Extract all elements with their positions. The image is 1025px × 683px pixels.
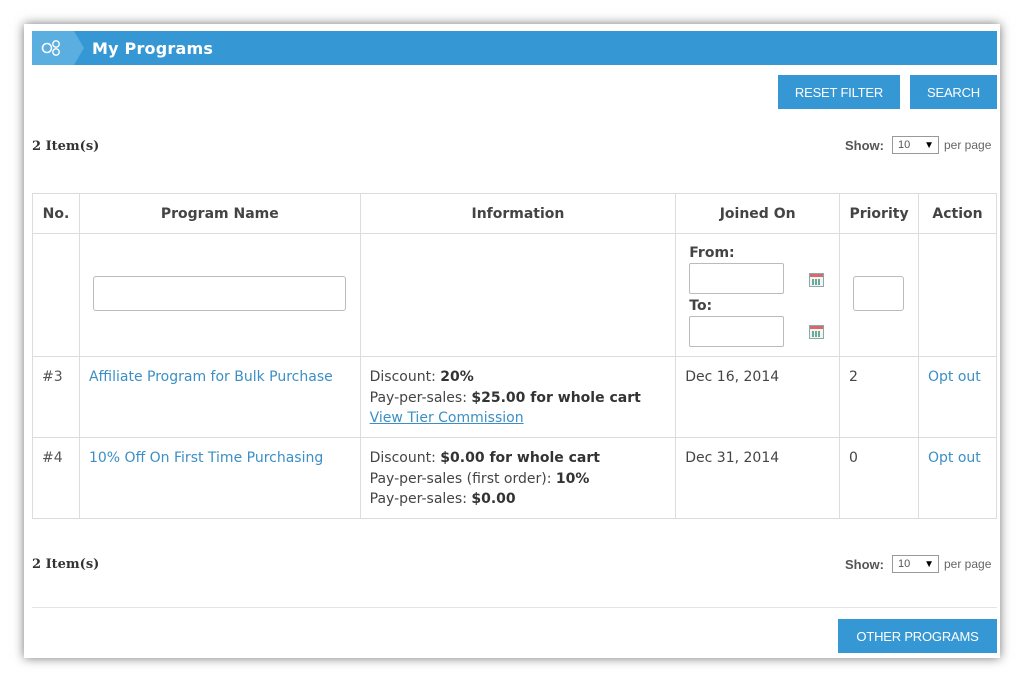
per-page-suffix: per page bbox=[944, 138, 992, 152]
show-label: Show: bbox=[845, 556, 884, 572]
item-count-top: 2 Item(s) bbox=[32, 139, 100, 154]
priority-filter-input[interactable] bbox=[853, 276, 905, 311]
per-page-value: 10 bbox=[898, 139, 911, 151]
calendar-icon[interactable] bbox=[809, 273, 825, 287]
item-count-bottom: 2 Item(s) bbox=[32, 557, 100, 572]
divider bbox=[32, 607, 997, 608]
info-value: $25.00 for whole cart bbox=[471, 389, 641, 406]
show-label: Show: bbox=[845, 137, 884, 153]
column-header-action: Action bbox=[918, 193, 997, 234]
priority-value: 0 bbox=[839, 437, 919, 519]
info-label: Pay-per-sales (first order): bbox=[369, 470, 556, 487]
program-name-link[interactable]: 10% Off On First Time Purchasing bbox=[89, 450, 323, 466]
program-info: Discount: $0.00 for whole cart Pay-per-s… bbox=[359, 437, 677, 519]
from-label: From: bbox=[689, 245, 735, 261]
info-label: Discount: bbox=[369, 369, 441, 385]
page-title: My Programs bbox=[92, 39, 214, 58]
opt-out-link[interactable]: Opt out bbox=[928, 450, 981, 466]
info-label: Discount: bbox=[369, 450, 441, 466]
per-page-value: 10 bbox=[898, 558, 911, 570]
joined-to-input[interactable] bbox=[689, 316, 785, 347]
row-number: #3 bbox=[32, 356, 80, 438]
per-page-top: Show: 10 ▼ per page bbox=[845, 136, 991, 154]
info-value: 10% bbox=[555, 470, 590, 487]
column-header-no: No. bbox=[32, 193, 80, 234]
search-button[interactable]: SEARCH bbox=[910, 75, 997, 109]
table-row: #3 Affiliate Program for Bulk Purchase D… bbox=[32, 356, 997, 438]
info-label: Pay-per-sales: bbox=[369, 491, 472, 507]
program-name-filter-input[interactable] bbox=[92, 276, 346, 311]
view-tier-commission-link[interactable]: View Tier Commission bbox=[370, 410, 524, 426]
joined-date: Dec 16, 2014 bbox=[675, 356, 841, 438]
per-page-select[interactable]: 10 ▼ bbox=[892, 555, 939, 573]
to-label: To: bbox=[689, 298, 713, 314]
joined-date: Dec 31, 2014 bbox=[675, 437, 841, 519]
program-name-link[interactable]: Affiliate Program for Bulk Purchase bbox=[89, 369, 333, 385]
column-header-information: Information bbox=[359, 193, 677, 234]
other-programs-button[interactable]: OTHER PROGRAMS bbox=[838, 619, 997, 653]
panel-header: My Programs bbox=[32, 31, 997, 65]
info-label: Pay-per-sales: bbox=[369, 389, 472, 406]
table-row: #4 10% Off On First Time Purchasing Disc… bbox=[32, 437, 997, 519]
dropdown-arrow-icon: ▼ bbox=[924, 558, 934, 570]
column-header-program-name: Program Name bbox=[78, 193, 361, 234]
info-value: 20% bbox=[440, 369, 474, 385]
dropdown-arrow-icon: ▼ bbox=[924, 139, 934, 151]
filter-row: From: To: bbox=[32, 233, 997, 357]
info-value: $0.00 for whole cart bbox=[440, 450, 600, 466]
program-info: Discount: 20% Pay-per-sales: $25.00 for … bbox=[359, 356, 677, 438]
programs-icon bbox=[32, 31, 74, 65]
reset-filter-button[interactable]: RESET FILTER bbox=[778, 75, 900, 109]
column-header-priority: Priority bbox=[839, 193, 919, 234]
per-page-bottom: Show: 10 ▼ per page bbox=[845, 555, 991, 573]
table-header-row: No. Program Name Information Joined On P… bbox=[32, 193, 997, 234]
joined-from-input[interactable] bbox=[689, 263, 785, 294]
programs-panel: My Programs RESET FILTER SEARCH 2 Item(s… bbox=[24, 24, 1000, 658]
column-header-joined-on: Joined On bbox=[675, 193, 841, 234]
calendar-icon[interactable] bbox=[809, 325, 825, 339]
info-value: $0.00 bbox=[471, 491, 516, 507]
priority-value: 2 bbox=[839, 356, 919, 438]
per-page-suffix: per page bbox=[944, 557, 992, 571]
programs-table: No. Program Name Information Joined On P… bbox=[32, 193, 997, 519]
per-page-select[interactable]: 10 ▼ bbox=[892, 136, 939, 154]
opt-out-link[interactable]: Opt out bbox=[928, 369, 981, 385]
row-number: #4 bbox=[32, 437, 80, 519]
